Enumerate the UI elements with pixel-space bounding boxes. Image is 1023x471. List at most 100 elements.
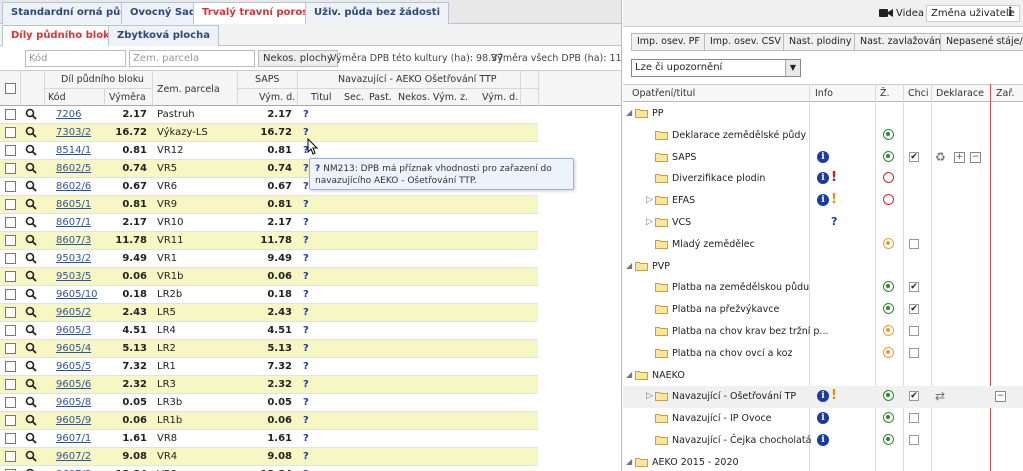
row-checkbox[interactable] [5, 199, 16, 210]
row-checkbox[interactable] [5, 217, 16, 228]
tree-item[interactable]: Platba na chov krav bez tržní p... [623, 321, 1023, 343]
titul-question-icon[interactable]: ? [303, 181, 309, 192]
table-row[interactable]: 9503/2 9.49 VR1 9.49? [0, 250, 538, 268]
dpb-code-link[interactable]: 8605/1 [56, 199, 91, 210]
row-checkbox[interactable] [5, 451, 16, 462]
dpb-code-link[interactable]: 8602/6 [56, 181, 91, 192]
search-icon[interactable] [25, 306, 37, 318]
row-checkbox[interactable] [5, 109, 16, 120]
col-zem-parcela[interactable]: Zem. parcela [157, 84, 220, 95]
expand-right-icon[interactable]: ▷ [646, 391, 653, 401]
info-icon[interactable]: i [1008, 5, 1013, 19]
row-checkbox[interactable] [5, 127, 16, 138]
search-icon[interactable] [25, 450, 37, 462]
expand-down-icon[interactable]: ◢ [626, 457, 632, 466]
search-icon[interactable] [25, 270, 37, 282]
recycle-icon[interactable]: ♻ [935, 150, 946, 164]
titul-question-icon[interactable]: ? [303, 127, 309, 138]
dpb-code-link[interactable]: 9607/1 [56, 433, 91, 444]
table-row[interactable]: 8607/1 2.17 VR10 2.17? [0, 214, 538, 232]
row-checkbox[interactable] [5, 379, 16, 390]
search-icon[interactable] [25, 216, 37, 228]
info-circle-icon[interactable]: i [817, 194, 829, 207]
info-circle-icon[interactable]: i [817, 172, 829, 185]
tree-item[interactable]: Diverzifikace plodin i! [623, 168, 1023, 190]
row-checkbox[interactable] [5, 325, 16, 336]
row-checkbox[interactable] [5, 307, 16, 318]
dpb-code-link[interactable]: 9503/5 [56, 271, 91, 282]
nast-zavlazovani-button[interactable]: Nast. zavlažování [854, 33, 950, 51]
search-icon[interactable] [25, 144, 37, 156]
tree-item[interactable]: Navazující - Čejka chocholatá i [623, 430, 1023, 452]
search-icon[interactable] [25, 360, 37, 372]
tab-zbytkova-plocha[interactable]: Zbytková plocha [108, 25, 219, 46]
row-checkbox[interactable] [5, 433, 16, 444]
chci-checkbox[interactable] [909, 434, 919, 445]
refresh-icon[interactable]: ⇄ [935, 389, 945, 403]
dpb-code-link[interactable]: 9605/3 [56, 325, 91, 336]
titul-question-icon[interactable]: ? [303, 379, 309, 390]
table-row[interactable]: 9607/1 1.61 VR8 1.61? [0, 430, 538, 448]
tab-trvaly-travni-porost[interactable]: Trvalý travní porost [193, 2, 322, 25]
row-checkbox[interactable] [5, 253, 16, 264]
titul-question-icon[interactable]: ? [303, 433, 309, 444]
titul-question-icon[interactable]: ? [303, 325, 309, 336]
expand-down-icon[interactable]: ◢ [626, 108, 632, 117]
remove-icon[interactable]: − [995, 391, 1006, 403]
titul-question-icon[interactable]: ? [303, 289, 309, 300]
table-row[interactable]: 9607/2 9.08 VR4 9.08? [0, 448, 538, 466]
row-checkbox[interactable] [5, 235, 16, 246]
search-icon[interactable] [25, 126, 37, 138]
row-checkbox[interactable] [5, 343, 16, 354]
table-row[interactable]: 9605/6 2.32 LR3 2.32? [0, 376, 538, 394]
dpb-code-link[interactable]: 8514/1 [56, 145, 91, 156]
table-row[interactable]: 9605/4 5.13 LR2 5.13? [0, 340, 538, 358]
col-vym-d[interactable]: Vým. d. [259, 92, 295, 103]
dpb-code-link[interactable]: 9605/5 [56, 361, 91, 372]
nast-plodiny-button[interactable]: Nast. plodiny [783, 33, 858, 51]
col-vym-d-2[interactable]: Vým. d. [482, 92, 518, 103]
remove-icon[interactable]: − [970, 151, 981, 163]
table-row[interactable]: 9605/3 4.51 LR4 4.51? [0, 322, 538, 340]
expand-right-icon[interactable]: ▷ [646, 217, 653, 227]
search-icon[interactable] [25, 198, 37, 210]
col-sec[interactable]: Sec. [344, 92, 364, 103]
row-checkbox[interactable] [5, 181, 16, 192]
chci-checkbox[interactable]: ✔ [909, 282, 919, 293]
col-kod[interactable]: Kód [48, 92, 66, 103]
chci-checkbox[interactable] [909, 325, 919, 336]
tree-item[interactable]: ◢ PVP [623, 256, 1023, 278]
tree-item[interactable]: ◢ PP [623, 103, 1023, 125]
tree-item[interactable]: ▷ EFAS i! [623, 190, 1023, 212]
imp-osev-csv-button[interactable]: Imp. osev. CSV [704, 33, 787, 51]
dpb-code-link[interactable]: 8607/3 [56, 235, 91, 246]
dpb-code-link[interactable]: 9605/10 [56, 289, 98, 300]
table-row[interactable]: 9605/8 0.05 LR3b 0.05? [0, 394, 538, 412]
search-icon[interactable] [25, 180, 37, 192]
titul-question-icon[interactable]: ? [303, 361, 309, 372]
col-titul[interactable]: Titul [311, 92, 332, 103]
table-row[interactable]: 9605/10 0.18 LR2b 0.18? [0, 286, 538, 304]
table-row[interactable]: 9605/2 2.43 LR5 2.43? [0, 304, 538, 322]
search-icon[interactable] [25, 108, 37, 120]
search-icon[interactable] [25, 162, 37, 174]
tree-item[interactable]: ◢ NAEKO [623, 365, 1023, 387]
titul-question-icon[interactable]: ? [303, 271, 309, 282]
row-checkbox[interactable] [5, 145, 16, 156]
chci-checkbox[interactable]: ✔ [909, 304, 919, 315]
dpb-code-link[interactable]: 9605/8 [56, 397, 91, 408]
add-icon[interactable]: + [954, 151, 965, 163]
search-icon[interactable] [25, 324, 37, 336]
search-icon[interactable] [25, 396, 37, 408]
search-icon[interactable] [25, 432, 37, 444]
row-checkbox[interactable] [5, 415, 16, 426]
dpb-code-link[interactable]: 8607/1 [56, 217, 91, 228]
titul-question-icon[interactable]: ? [303, 451, 309, 462]
dpb-code-link[interactable]: 9605/9 [56, 415, 91, 426]
titul-question-icon[interactable]: ? [303, 109, 309, 120]
row-checkbox[interactable] [5, 289, 16, 300]
titul-question-icon[interactable]: ? [303, 253, 309, 264]
row-checkbox[interactable] [5, 163, 16, 174]
table-row[interactable]: 9607/313.84VR313.84? [0, 466, 538, 471]
nepasene-staje-button[interactable]: Nepasené stáje/CZ [940, 33, 1023, 51]
